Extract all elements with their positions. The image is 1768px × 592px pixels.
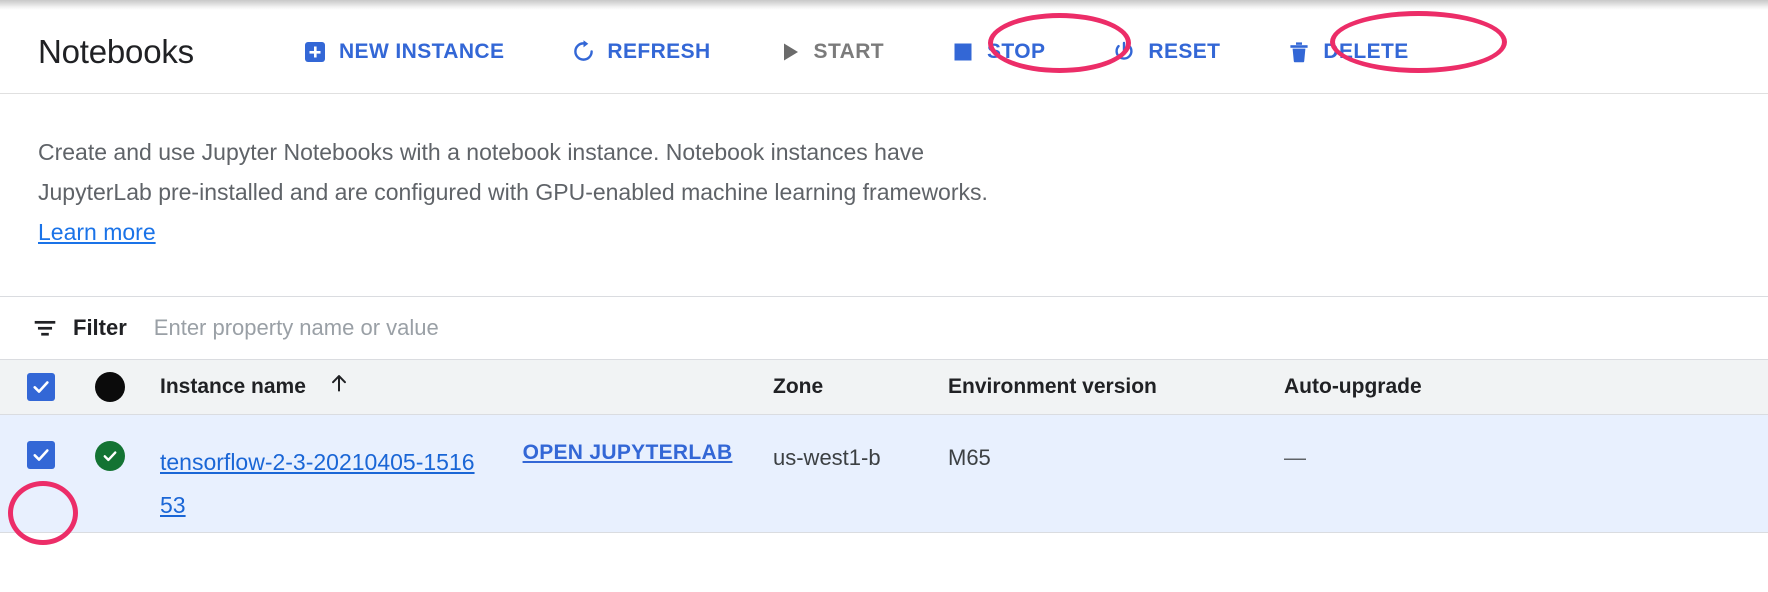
window-top-shadow — [0, 0, 1768, 10]
instance-name-link[interactable]: tensorflow-2-3-20210405-151653 — [160, 449, 475, 518]
table-row[interactable]: tensorflow-2-3-20210405-151653 OPEN JUPY… — [0, 415, 1768, 533]
status-column-header — [82, 372, 160, 402]
open-jupyterlab-cell: OPEN JUPYTERLAB — [482, 441, 773, 465]
arrow-up-icon — [328, 372, 350, 402]
notebooks-page: Notebooks NEW INSTANCE REFRESH START STO… — [0, 0, 1768, 592]
reset-button[interactable]: RESET — [1111, 39, 1220, 65]
column-header-instance-name[interactable]: Instance name — [160, 372, 482, 402]
page-description-text: Create and use Jupyter Notebooks with a … — [38, 139, 988, 205]
action-toolbar: NEW INSTANCE REFRESH START STOP RESET DE… — [302, 39, 1409, 65]
reset-label: RESET — [1148, 39, 1221, 63]
column-header-auto-upgrade[interactable]: Auto-upgrade — [1284, 375, 1604, 399]
power-icon — [1111, 39, 1137, 65]
table-header-row: Instance name Zone Environment version A… — [0, 359, 1768, 415]
start-button[interactable]: START — [777, 39, 884, 65]
trash-icon — [1286, 39, 1312, 65]
page-header: Notebooks NEW INSTANCE REFRESH START STO… — [0, 10, 1768, 94]
stop-button[interactable]: STOP — [950, 39, 1045, 65]
new-instance-label: NEW INSTANCE — [338, 39, 505, 63]
row-status-cell — [82, 441, 160, 471]
stop-square-icon — [950, 39, 976, 65]
column-header-instance-name-label: Instance name — [160, 375, 306, 398]
filled-circle-icon — [95, 372, 125, 402]
instances-table: Instance name Zone Environment version A… — [0, 359, 1768, 533]
stop-label: STOP — [986, 39, 1046, 63]
filter-label: Filter — [73, 315, 127, 340]
page-title: Notebooks — [38, 32, 194, 70]
checkbox-checked-icon[interactable] — [27, 373, 55, 401]
column-header-zone[interactable]: Zone — [773, 375, 948, 399]
refresh-button[interactable]: REFRESH — [570, 39, 710, 65]
checkbox-checked-icon[interactable] — [27, 441, 55, 469]
instance-name-cell: tensorflow-2-3-20210405-151653 — [160, 441, 482, 527]
delete-button[interactable]: DELETE — [1286, 39, 1408, 65]
select-all-cell[interactable] — [0, 373, 82, 401]
learn-more-link[interactable]: Learn more — [38, 219, 156, 245]
environment-version-cell: M65 — [948, 445, 991, 470]
start-label: START — [813, 39, 884, 63]
delete-label: DELETE — [1323, 39, 1409, 63]
filter-bar: Filter — [0, 297, 1768, 359]
add-box-icon — [302, 39, 328, 65]
page-description: Create and use Jupyter Notebooks with a … — [38, 132, 1038, 252]
refresh-label: REFRESH — [607, 39, 711, 63]
auto-upgrade-cell: — — [1284, 445, 1306, 470]
refresh-icon — [570, 39, 596, 65]
row-select-cell[interactable] — [0, 441, 82, 469]
open-jupyterlab-link[interactable]: OPEN JUPYTERLAB — [523, 441, 733, 465]
check-circle-icon — [95, 441, 125, 471]
column-header-environment-version[interactable]: Environment version — [948, 375, 1284, 399]
filter-list-icon[interactable] — [32, 315, 58, 341]
play-icon — [777, 39, 803, 65]
new-instance-button[interactable]: NEW INSTANCE — [302, 39, 504, 65]
filter-input[interactable] — [153, 315, 754, 341]
zone-cell: us-west1-b — [773, 445, 881, 470]
